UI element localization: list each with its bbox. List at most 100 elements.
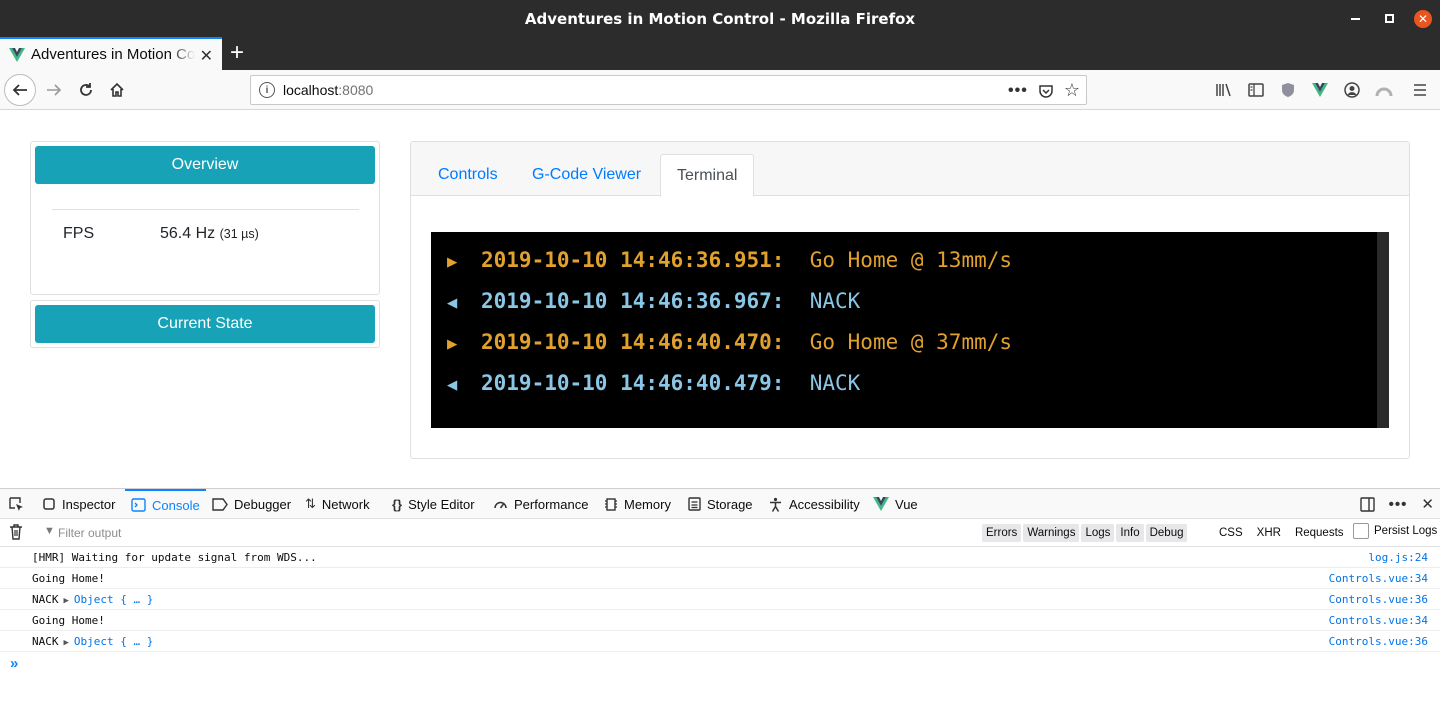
- back-button[interactable]: [4, 74, 36, 106]
- devtools-tab-storage[interactable]: Storage: [688, 489, 753, 519]
- tab-close-icon[interactable]: ✕: [200, 46, 213, 66]
- console-message-line: NACK ▶ Object { … }: [32, 593, 153, 606]
- home-button[interactable]: [101, 74, 133, 106]
- terminal-message: NACK: [809, 371, 861, 395]
- terminal-scrollbar[interactable]: [1377, 232, 1389, 428]
- console-message: NACK: [32, 593, 59, 606]
- console-source-link[interactable]: log.js:24: [1368, 551, 1428, 564]
- overview-button[interactable]: Overview: [35, 146, 375, 184]
- devtools-tab-style-editor[interactable]: {} Style Editor: [392, 489, 475, 519]
- minimize-button[interactable]: [1338, 0, 1372, 37]
- expand-triangle-icon[interactable]: ▶: [64, 638, 69, 648]
- console-icon: [131, 498, 146, 512]
- devtools-toolbar: Inspector Console Debugger ⇅ Network {} …: [0, 489, 1440, 519]
- account-icon[interactable]: [1336, 74, 1368, 106]
- vue-devtools-icon[interactable]: [1304, 74, 1336, 106]
- devtools-more-icon[interactable]: •••: [1389, 496, 1408, 513]
- devtools-tab-label: Vue: [895, 496, 918, 512]
- terminal-message: Go Home @ 13mm/s: [809, 248, 1013, 272]
- dock-side-icon[interactable]: [1359, 496, 1375, 512]
- devtools-tab-label: Debugger: [234, 496, 292, 512]
- url-host: localhost: [283, 82, 339, 98]
- tab-terminal[interactable]: Terminal: [660, 154, 755, 197]
- devtools-tab-label: Inspector: [62, 496, 116, 512]
- page-actions-icon[interactable]: •••: [1008, 82, 1028, 100]
- console-input-prompt-icon[interactable]: »: [10, 655, 18, 672]
- persist-logs-checkbox[interactable]: [1353, 523, 1369, 539]
- filter-info-button[interactable]: Info: [1116, 524, 1144, 542]
- devtools-tab-network[interactable]: ⇅ Network: [305, 489, 370, 519]
- devtools-tab-memory[interactable]: Memory: [604, 489, 671, 519]
- devtools-tab-label: Performance: [514, 496, 589, 512]
- devtools-tab-vue[interactable]: Vue: [873, 489, 918, 519]
- console-message: [HMR] Waiting for update signal from WDS…: [32, 551, 317, 564]
- filter-warnings-button[interactable]: Warnings: [1023, 524, 1080, 542]
- browser-tab-title: Adventures in Motion Control: [31, 46, 195, 63]
- filter-xhr-button[interactable]: XHR: [1257, 524, 1281, 542]
- console-object-link[interactable]: Object { … }: [74, 593, 153, 606]
- filter-debug-button[interactable]: Debug: [1145, 524, 1188, 542]
- console-row: Going Home! Controls.vue:34: [0, 568, 1440, 589]
- accessibility-icon: [770, 497, 781, 512]
- hamburger-menu-icon[interactable]: [1400, 74, 1440, 106]
- devtools-tab-debugger[interactable]: Debugger: [212, 489, 291, 519]
- console-object-link[interactable]: Object { … }: [74, 635, 153, 648]
- toolbar-right: [1208, 70, 1440, 110]
- terminal-timestamp: 2019-10-10 14:46:36.951:: [481, 248, 785, 272]
- url-bar[interactable]: i localhost:8080 ••• ☆: [250, 75, 1087, 105]
- forward-arrow-icon: [47, 84, 62, 96]
- style-editor-icon: {}: [392, 496, 403, 512]
- current-state-button[interactable]: Current State: [35, 305, 375, 343]
- maximize-button[interactable]: [1372, 0, 1406, 37]
- pocket-icon[interactable]: [1038, 83, 1054, 99]
- devtools-tab-accessibility[interactable]: Accessibility: [768, 489, 860, 519]
- console-row: NACK ▶ Object { … } Controls.vue:36: [0, 589, 1440, 610]
- reload-button[interactable]: [70, 74, 102, 106]
- received-arrow-icon: ◀: [447, 293, 458, 313]
- tab-controls[interactable]: Controls: [422, 154, 514, 196]
- terminal-output: ▶ 2019-10-10 14:46:36.951: Go Home @ 13mm…: [431, 232, 1389, 428]
- console-source-link[interactable]: Controls.vue:34: [1329, 572, 1428, 585]
- forward-button[interactable]: [38, 74, 70, 106]
- console-source-link[interactable]: Controls.vue:36: [1329, 593, 1428, 606]
- tab-gcode-viewer[interactable]: G-Code Viewer: [516, 154, 657, 196]
- shield-icon[interactable]: [1272, 74, 1304, 106]
- devtools-tab-performance[interactable]: Performance: [493, 489, 588, 519]
- console-source-link[interactable]: Controls.vue:36: [1329, 635, 1428, 648]
- filter-requests-button[interactable]: Requests: [1295, 524, 1344, 542]
- sidebar-toggle-icon[interactable]: [1240, 74, 1272, 106]
- devtools-panel: Inspector Console Debugger ⇅ Network {} …: [0, 488, 1440, 721]
- devtools-close-icon[interactable]: ✕: [1421, 495, 1434, 513]
- terminal-timestamp: 2019-10-10 14:46:40.470:: [481, 330, 785, 354]
- terminal-timestamp: 2019-10-10 14:46:36.967:: [481, 289, 785, 313]
- devtools-tab-inspector[interactable]: Inspector: [42, 489, 115, 519]
- filter-errors-button[interactable]: Errors: [982, 524, 1022, 542]
- devtools-tab-label: Memory: [624, 496, 671, 512]
- fps-label: FPS: [63, 225, 95, 242]
- filter-css-button[interactable]: CSS: [1219, 524, 1243, 542]
- filter-output-input[interactable]: [58, 519, 458, 546]
- browser-tab[interactable]: Adventures in Motion Control ✕: [0, 37, 222, 70]
- url-port: :8080: [338, 82, 374, 98]
- devtools-tab-console[interactable]: Console: [125, 489, 206, 519]
- console-message: NACK: [32, 635, 59, 648]
- library-icon[interactable]: [1208, 74, 1240, 106]
- extension-icon[interactable]: [1368, 74, 1400, 106]
- network-icon: ⇅: [305, 496, 316, 511]
- fps-hz: 56.4 Hz: [160, 225, 216, 242]
- filter-logs-button[interactable]: Logs: [1081, 524, 1115, 542]
- clear-console-icon[interactable]: [9, 524, 23, 540]
- persist-logs-toggle[interactable]: Persist Logs: [1353, 523, 1437, 539]
- site-info-icon[interactable]: i: [259, 82, 275, 98]
- bookmark-star-icon[interactable]: ☆: [1064, 80, 1080, 101]
- element-picker-button[interactable]: [9, 489, 24, 519]
- devtools-tab-label: Style Editor: [408, 496, 475, 512]
- close-window-button[interactable]: ✕: [1406, 0, 1440, 37]
- console-source-link[interactable]: Controls.vue:34: [1329, 614, 1428, 627]
- fps-period: (31 µs): [219, 227, 259, 241]
- new-tab-button[interactable]: +: [230, 40, 244, 66]
- expand-triangle-icon[interactable]: ▶: [64, 596, 69, 606]
- maximize-icon: [1384, 14, 1394, 23]
- window-title: Adventures in Motion Control - Mozilla F…: [524, 9, 916, 28]
- console-message: Going Home!: [32, 614, 105, 627]
